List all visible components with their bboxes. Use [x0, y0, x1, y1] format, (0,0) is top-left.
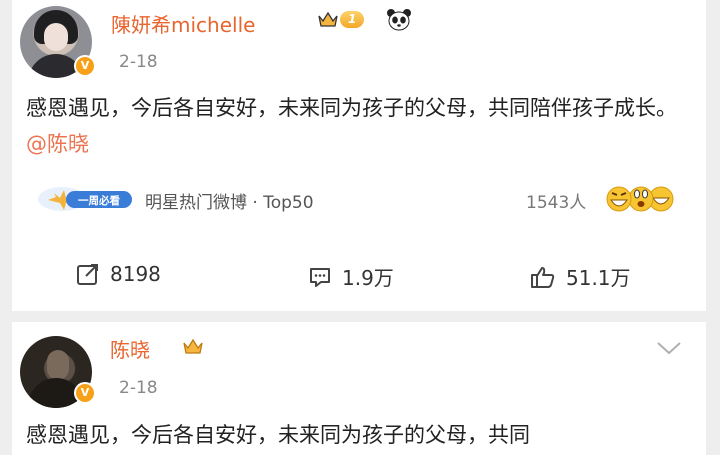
crown-icon [318, 11, 338, 27]
username[interactable]: 陳妍希michelle [111, 9, 255, 38]
post-text: 感恩遇见，今后各自安好，未来同为孩子的父母，共同 [26, 423, 530, 447]
repost-count: 8198 [110, 262, 161, 286]
post-text: 感恩遇见，今后各自安好，未来同为孩子的父母，共同陪伴孩子成长。 @陈晓 [26, 90, 700, 162]
member-crown[interactable]: 1 [318, 10, 365, 28]
member-crown[interactable] [183, 337, 203, 355]
topic-badge-text: 一周必看 [78, 194, 120, 207]
post-date: 2-18 [119, 52, 158, 72]
username[interactable]: 陈晓 [110, 334, 150, 363]
repost-icon [77, 264, 98, 285]
comment-icon [310, 267, 330, 287]
emoji-icon [606, 186, 674, 212]
weibo-feed: V 陳妍希michelle 1 2-18 感恩遇见，今后各自安好，未来同为孩子的… [0, 0, 720, 455]
level-badge: 1 [340, 10, 365, 28]
post-date: 2-18 [119, 378, 158, 398]
like-count: 51.1万 [566, 266, 631, 290]
comment-count: 1.9万 [342, 266, 394, 290]
crown-icon [183, 338, 203, 354]
comment-button[interactable]: 1.9万 [308, 262, 394, 291]
avatar-figure [47, 350, 69, 380]
chevron-down-icon[interactable] [656, 340, 682, 356]
repost-button[interactable]: 8198 [76, 262, 161, 286]
topic-badge: 一周必看 [38, 187, 132, 211]
topic-label: 明星热门微博 · Top50 [145, 193, 314, 213]
verified-badge-icon: V [74, 382, 96, 404]
verified-badge-icon: V [74, 55, 96, 77]
like-button[interactable]: 51.1万 [530, 262, 631, 291]
reaction-count: 1543人 [526, 193, 587, 213]
action-bar: 8198 1.9万 51.1万 [12, 256, 706, 300]
avatar-face [44, 23, 68, 51]
post-text-main: 感恩遇见，今后各自安好，未来同为孩子的父母，共同陪伴孩子成长。 [26, 96, 677, 120]
panda-icon [387, 9, 411, 31]
like-icon [531, 266, 555, 288]
topic-row[interactable]: 一周必看 明星热门微博 · Top50 1543人 [36, 182, 696, 220]
mention-link[interactable]: @陈晓 [26, 132, 89, 156]
